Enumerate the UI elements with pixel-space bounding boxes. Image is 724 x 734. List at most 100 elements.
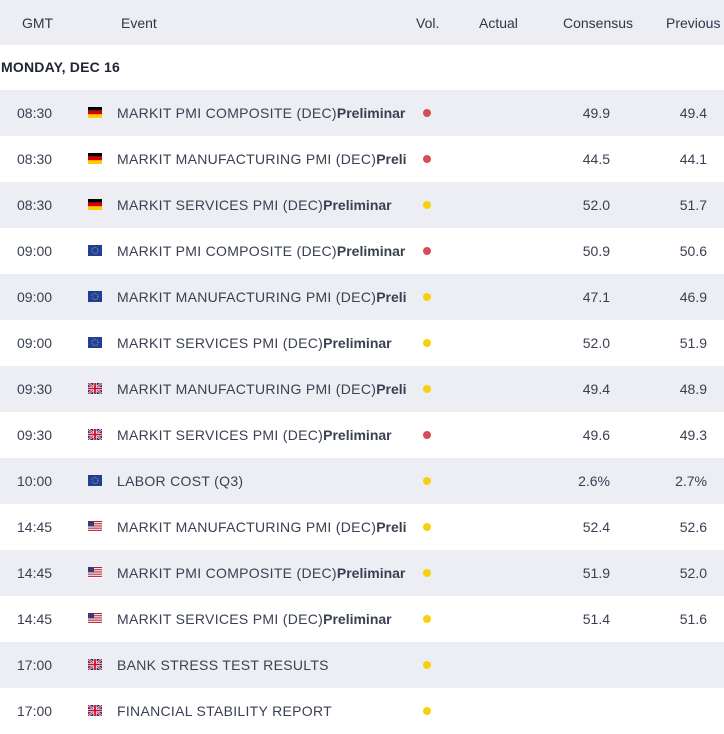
table-row[interactable]: 08:30 MARKIT PMI COMPOSITE (DEC)Prelimina… — [0, 90, 724, 136]
actual-value — [479, 136, 519, 182]
event-time: 14:45 — [17, 611, 53, 627]
event-name[interactable]: MARKIT MANUFACTURING PMI (DEC)Preliminar — [117, 136, 406, 182]
eu-flag-icon — [88, 337, 102, 349]
event-suffix: Preliminar — [376, 151, 406, 167]
event-title: MARKIT SERVICES PMI (DEC) — [117, 427, 324, 443]
eu-flag-icon — [88, 291, 102, 303]
header-gmt[interactable]: GMT — [22, 15, 53, 31]
uk-flag-icon — [88, 659, 102, 671]
volatility-dot-icon — [423, 155, 431, 163]
actual-value — [479, 228, 519, 274]
table-row[interactable]: 10:00 LABOR COST (Q3) 2.6% 2.7% — [0, 458, 724, 504]
event-name[interactable]: MARKIT SERVICES PMI (DEC)Preliminar — [117, 182, 406, 228]
event-title: BANK STRESS TEST RESULTS — [117, 657, 329, 673]
event-name[interactable]: MARKIT MANUFACTURING PMI (DEC)Preliminar — [117, 504, 406, 550]
table-row[interactable]: 09:00 MARKIT PMI COMPOSITE (DEC)Prelimina… — [0, 228, 724, 274]
header-actual[interactable]: Actual — [479, 15, 518, 31]
consensus-value: 52.4 — [582, 519, 610, 535]
event-name[interactable]: BANK STRESS TEST RESULTS — [117, 642, 406, 688]
event-title: MARKIT SERVICES PMI (DEC) — [117, 197, 324, 213]
actual-value — [479, 274, 519, 320]
volatility-dot-icon — [423, 385, 431, 393]
event-name[interactable]: MARKIT MANUFACTURING PMI (DEC)Preliminar — [117, 366, 406, 412]
actual-value — [479, 688, 519, 734]
consensus-value — [560, 688, 610, 734]
table-row[interactable]: 14:45 MARKIT SERVICES PMI (DEC)Preliminar… — [0, 596, 724, 642]
event-name[interactable]: LABOR COST (Q3) — [117, 458, 406, 504]
table-row[interactable]: 08:30 MARKIT SERVICES PMI (DEC)Preliminar… — [0, 182, 724, 228]
event-suffix: Preliminar — [376, 519, 406, 535]
event-title: MARKIT SERVICES PMI (DEC) — [117, 611, 324, 627]
uk-flag-icon — [88, 429, 102, 441]
volatility-dot-icon — [423, 201, 431, 209]
header-event[interactable]: Event — [121, 15, 157, 31]
previous-value: 51.7 — [679, 197, 707, 213]
previous-value: 52.6 — [679, 519, 707, 535]
event-time: 09:00 — [17, 289, 53, 305]
actual-value — [479, 182, 519, 228]
event-time: 17:00 — [17, 657, 53, 673]
header-previous[interactable]: Previous — [666, 15, 720, 31]
event-suffix: Preliminar — [376, 381, 406, 397]
germany-flag-icon — [88, 107, 102, 119]
event-title: MARKIT MANUFACTURING PMI (DEC) — [117, 151, 377, 167]
us-flag-icon — [88, 613, 102, 625]
event-name[interactable]: FINANCIAL STABILITY REPORT — [117, 688, 406, 734]
event-title: FINANCIAL STABILITY REPORT — [117, 703, 332, 719]
event-suffix: Preliminar — [323, 427, 392, 443]
consensus-value: 49.4 — [582, 381, 610, 397]
consensus-value: 2.6% — [578, 473, 610, 489]
eu-flag-icon — [88, 245, 102, 257]
volatility-dot-icon — [423, 339, 431, 347]
event-time: 10:00 — [17, 473, 53, 489]
event-name[interactable]: MARKIT MANUFACTURING PMI (DEC)Preliminar — [117, 274, 406, 320]
actual-value — [479, 550, 519, 596]
volatility-dot-icon — [423, 569, 431, 577]
table-row[interactable]: 09:00 MARKIT MANUFACTURING PMI (DEC)Preli… — [0, 274, 724, 320]
header-volatility[interactable]: Vol. — [416, 15, 439, 31]
actual-value — [479, 366, 519, 412]
event-suffix: Preliminar — [323, 611, 392, 627]
previous-value: 52.0 — [679, 565, 707, 581]
table-row[interactable]: 14:45 MARKIT PMI COMPOSITE (DEC)Prelimina… — [0, 550, 724, 596]
consensus-value — [560, 642, 610, 688]
previous-value — [655, 688, 707, 734]
event-name[interactable]: MARKIT PMI COMPOSITE (DEC)Preliminar — [117, 550, 406, 596]
table-row[interactable]: 09:30 MARKIT SERVICES PMI (DEC)Preliminar… — [0, 412, 724, 458]
table-row[interactable]: 09:00 MARKIT SERVICES PMI (DEC)Preliminar… — [0, 320, 724, 366]
event-title: LABOR COST (Q3) — [117, 473, 244, 489]
volatility-dot-icon — [423, 109, 431, 117]
consensus-value: 50.9 — [582, 243, 610, 259]
consensus-value: 51.4 — [582, 611, 610, 627]
germany-flag-icon — [88, 199, 102, 211]
actual-value — [479, 596, 519, 642]
previous-value: 49.3 — [679, 427, 707, 443]
event-name[interactable]: MARKIT SERVICES PMI (DEC)Preliminar — [117, 412, 406, 458]
table-row[interactable]: 17:00 BANK STRESS TEST RESULTS — [0, 642, 724, 688]
consensus-value: 49.9 — [582, 105, 610, 121]
event-name[interactable]: MARKIT PMI COMPOSITE (DEC)Preliminar — [117, 90, 406, 136]
event-name[interactable]: MARKIT PMI COMPOSITE (DEC)Preliminar — [117, 228, 406, 274]
consensus-value: 51.9 — [582, 565, 610, 581]
event-name[interactable]: MARKIT SERVICES PMI (DEC)Preliminar — [117, 320, 406, 366]
volatility-dot-icon — [423, 523, 431, 531]
volatility-dot-icon — [423, 661, 431, 669]
table-header: GMT Event Vol. Actual Consensus Previous — [0, 0, 724, 45]
table-row[interactable]: 08:30 MARKIT MANUFACTURING PMI (DEC)Preli… — [0, 136, 724, 182]
event-time: 09:30 — [17, 381, 53, 397]
event-name[interactable]: MARKIT SERVICES PMI (DEC)Preliminar — [117, 596, 406, 642]
event-title: MARKIT PMI COMPOSITE (DEC) — [117, 105, 337, 121]
header-consensus[interactable]: Consensus — [563, 15, 633, 31]
event-title: MARKIT MANUFACTURING PMI (DEC) — [117, 381, 377, 397]
table-row[interactable]: 17:00 FINANCIAL STABILITY REPORT — [0, 688, 724, 734]
germany-flag-icon — [88, 153, 102, 165]
table-row[interactable]: 09:30 MARKIT MANUFACTURING PMI (DEC)Preli… — [0, 366, 724, 412]
previous-value: 2.7% — [675, 473, 707, 489]
actual-value — [479, 458, 519, 504]
event-time: 09:00 — [17, 243, 53, 259]
table-row[interactable]: 14:45 MARKIT MANUFACTURING PMI (DEC)Preli… — [0, 504, 724, 550]
event-suffix: Preliminar — [376, 289, 406, 305]
event-time: 09:30 — [17, 427, 53, 443]
actual-value — [479, 90, 519, 136]
previous-value — [655, 642, 707, 688]
